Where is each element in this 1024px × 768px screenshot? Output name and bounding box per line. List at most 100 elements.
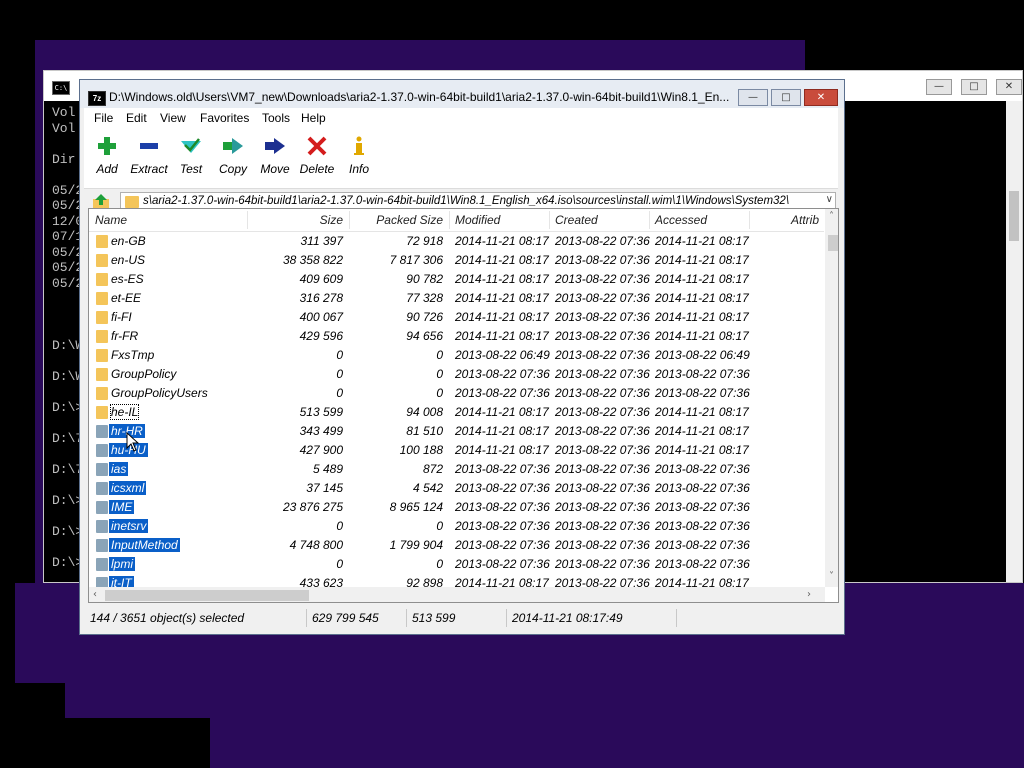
table-row[interactable]: es-ES 409 609 90 782 2014-11-21 08:17 2013-0… bbox=[89, 270, 824, 289]
table-row[interactable]: icsxml 37 145 4 542 2013-08-22 07:36 2013-08… bbox=[89, 479, 824, 498]
delete-button[interactable]: Delete bbox=[294, 133, 340, 181]
table-row[interactable]: FxsTmp 0 0 2013-08-22 06:49 2013-08-22 07:36… bbox=[89, 346, 824, 365]
table-row[interactable]: hr-HR 343 499 81 510 2014-11-21 08:17 2013-0… bbox=[89, 422, 824, 441]
vertical-scrollbar[interactable]: ˄ ˅ bbox=[825, 209, 838, 587]
cell-size: 0 bbox=[336, 557, 343, 571]
minimize-button[interactable]: — bbox=[738, 89, 768, 106]
cell-created: 2013-08-22 07:36 bbox=[555, 462, 650, 476]
console-minimize-button[interactable]: — bbox=[926, 79, 952, 95]
cell-name[interactable]: et-EE bbox=[111, 291, 141, 305]
cell-created: 2013-08-22 07:36 bbox=[555, 253, 650, 267]
column-packed-size[interactable]: Packed Size bbox=[351, 213, 443, 227]
cell-created: 2013-08-22 07:36 bbox=[555, 443, 650, 457]
console-close-button[interactable]: ✕ bbox=[996, 79, 1022, 95]
cell-name[interactable]: he-IL bbox=[109, 404, 140, 420]
table-row[interactable]: IME 23 876 275 8 965 124 2013-08-22 07:36 20… bbox=[89, 498, 824, 517]
cell-name[interactable]: lpmi bbox=[109, 557, 136, 571]
cell-size: 316 278 bbox=[299, 291, 343, 305]
table-row[interactable]: GroupPolicyUsers 0 0 2013-08-22 07:36 2013-0… bbox=[89, 384, 824, 403]
console-scroll-thumb[interactable] bbox=[1009, 191, 1019, 241]
cell-modified: 2014-11-21 08:17 bbox=[455, 272, 549, 286]
cell-name[interactable]: GroupPolicy bbox=[111, 367, 176, 381]
cell-name[interactable]: inetsrv bbox=[109, 519, 149, 533]
vertical-scroll-thumb[interactable] bbox=[828, 235, 838, 251]
file-manager-window[interactable]: 7z D:\Windows.old\Users\VM7_new\Download… bbox=[79, 79, 845, 635]
console-scrollbar[interactable] bbox=[1006, 101, 1022, 582]
info-button[interactable]: Info bbox=[336, 133, 382, 181]
menu-edit[interactable]: Edit bbox=[126, 111, 147, 125]
column-created[interactable]: Created bbox=[555, 213, 598, 227]
console-line: Vol bbox=[52, 105, 76, 120]
console-maximize-button[interactable]: □ bbox=[961, 79, 987, 95]
cell-accessed: 2014-11-21 08:17 bbox=[655, 443, 749, 457]
cell-name[interactable]: fi-FI bbox=[111, 310, 132, 324]
add-button[interactable]: Add bbox=[84, 133, 130, 181]
cell-name[interactable]: ias bbox=[109, 462, 129, 476]
cell-name[interactable]: GroupPolicyUsers bbox=[111, 386, 208, 400]
file-list[interactable]: Name Size Packed Size Modified Created A… bbox=[88, 208, 839, 603]
table-row[interactable]: en-US 38 358 822 7 817 306 2014-11-21 08:17… bbox=[89, 251, 824, 270]
column-divider[interactable] bbox=[247, 211, 248, 229]
cell-name[interactable]: icsxml bbox=[109, 481, 147, 495]
cell-name[interactable]: fr-FR bbox=[111, 329, 138, 343]
extract-button[interactable]: Extract bbox=[126, 133, 172, 181]
column-divider[interactable] bbox=[549, 211, 550, 229]
close-button[interactable]: ✕ bbox=[804, 89, 838, 106]
menu-view[interactable]: View bbox=[160, 111, 186, 125]
column-divider[interactable] bbox=[449, 211, 450, 229]
table-row[interactable]: he-IL 513 599 94 008 2014-11-21 08:17 2013-0… bbox=[89, 403, 824, 422]
menu-file[interactable]: File bbox=[94, 111, 113, 125]
cell-accessed: 2013-08-22 07:36 bbox=[655, 500, 750, 514]
cell-created: 2013-08-22 07:36 bbox=[555, 348, 650, 362]
maximize-button[interactable]: □ bbox=[771, 89, 801, 106]
move-button[interactable]: Move bbox=[252, 133, 298, 181]
info-label: Info bbox=[348, 162, 369, 176]
cell-modified: 2013-08-22 07:36 bbox=[455, 557, 550, 571]
horizontal-scrollbar[interactable]: ‹ › bbox=[89, 587, 825, 602]
column-divider[interactable] bbox=[349, 211, 350, 229]
cell-packed-size: 90 782 bbox=[406, 272, 443, 286]
cell-created: 2013-08-22 07:36 bbox=[555, 557, 650, 571]
scroll-up-icon[interactable]: ˄ bbox=[829, 211, 834, 222]
cell-size: 513 599 bbox=[299, 405, 343, 419]
cell-name[interactable]: es-ES bbox=[111, 272, 144, 286]
cell-name[interactable]: en-GB bbox=[111, 234, 146, 248]
column-divider[interactable] bbox=[749, 211, 750, 229]
column-divider[interactable] bbox=[649, 211, 650, 229]
column-name[interactable]: Name bbox=[95, 213, 127, 227]
table-row[interactable]: fi-FI 400 067 90 726 2014-11-21 08:17 2013-0… bbox=[89, 308, 824, 327]
status-item-date: 2014-11-21 08:17:49 bbox=[512, 611, 623, 625]
table-row[interactable]: et-EE 316 278 77 328 2014-11-21 08:17 2013-0… bbox=[89, 289, 824, 308]
cell-name[interactable]: en-US bbox=[111, 253, 145, 267]
table-row[interactable]: GroupPolicy 0 0 2013-08-22 07:36 2013-08-22 … bbox=[89, 365, 824, 384]
copy-button[interactable]: Copy bbox=[210, 133, 256, 181]
folder-icon bbox=[96, 349, 108, 362]
column-accessed[interactable]: Accessed bbox=[655, 213, 707, 227]
cell-modified: 2013-08-22 07:36 bbox=[455, 462, 550, 476]
cell-name[interactable]: FxsTmp bbox=[111, 348, 154, 362]
table-row[interactable]: inetsrv 0 0 2013-08-22 07:36 2013-08-22 07:3… bbox=[89, 517, 824, 536]
menu-help[interactable]: Help bbox=[301, 111, 326, 125]
test-button[interactable]: Test bbox=[168, 133, 214, 181]
cell-name[interactable]: InputMethod bbox=[109, 538, 180, 552]
chevron-down-icon[interactable]: ∨ bbox=[826, 194, 833, 205]
menu-favorites[interactable]: Favorites bbox=[200, 111, 249, 125]
scroll-left-icon[interactable]: ‹ bbox=[93, 589, 97, 600]
column-modified[interactable]: Modified bbox=[455, 213, 500, 227]
table-row[interactable]: hu-HU 427 900 100 188 2014-11-21 08:17 2013-… bbox=[89, 441, 824, 460]
table-row[interactable]: fr-FR 429 596 94 656 2014-11-21 08:17 2013-0… bbox=[89, 327, 824, 346]
column-size[interactable]: Size bbox=[249, 213, 343, 227]
window-titlebar[interactable]: 7z D:\Windows.old\Users\VM7_new\Download… bbox=[80, 80, 844, 108]
scroll-right-icon[interactable]: › bbox=[807, 589, 811, 600]
scroll-down-icon[interactable]: ˅ bbox=[829, 571, 834, 582]
column-attrib[interactable]: Attrib bbox=[791, 213, 819, 227]
table-row[interactable]: InputMethod 4 748 800 1 799 904 2013-08-22 … bbox=[89, 536, 824, 555]
table-row[interactable]: ias 5 489 872 2013-08-22 07:36 2013-08-22 07… bbox=[89, 460, 824, 479]
table-row[interactable]: en-GB 311 397 72 918 2014-11-21 08:17 2013-0… bbox=[89, 232, 824, 251]
status-item-size: 513 599 bbox=[412, 611, 456, 625]
table-row[interactable]: lpmi 0 0 2013-08-22 07:36 2013-08-22 07:36 20… bbox=[89, 555, 824, 574]
cell-created: 2013-08-22 07:36 bbox=[555, 367, 650, 381]
horizontal-scroll-thumb[interactable] bbox=[105, 590, 309, 601]
menu-tools[interactable]: Tools bbox=[262, 111, 290, 125]
cell-name[interactable]: IME bbox=[109, 500, 135, 514]
